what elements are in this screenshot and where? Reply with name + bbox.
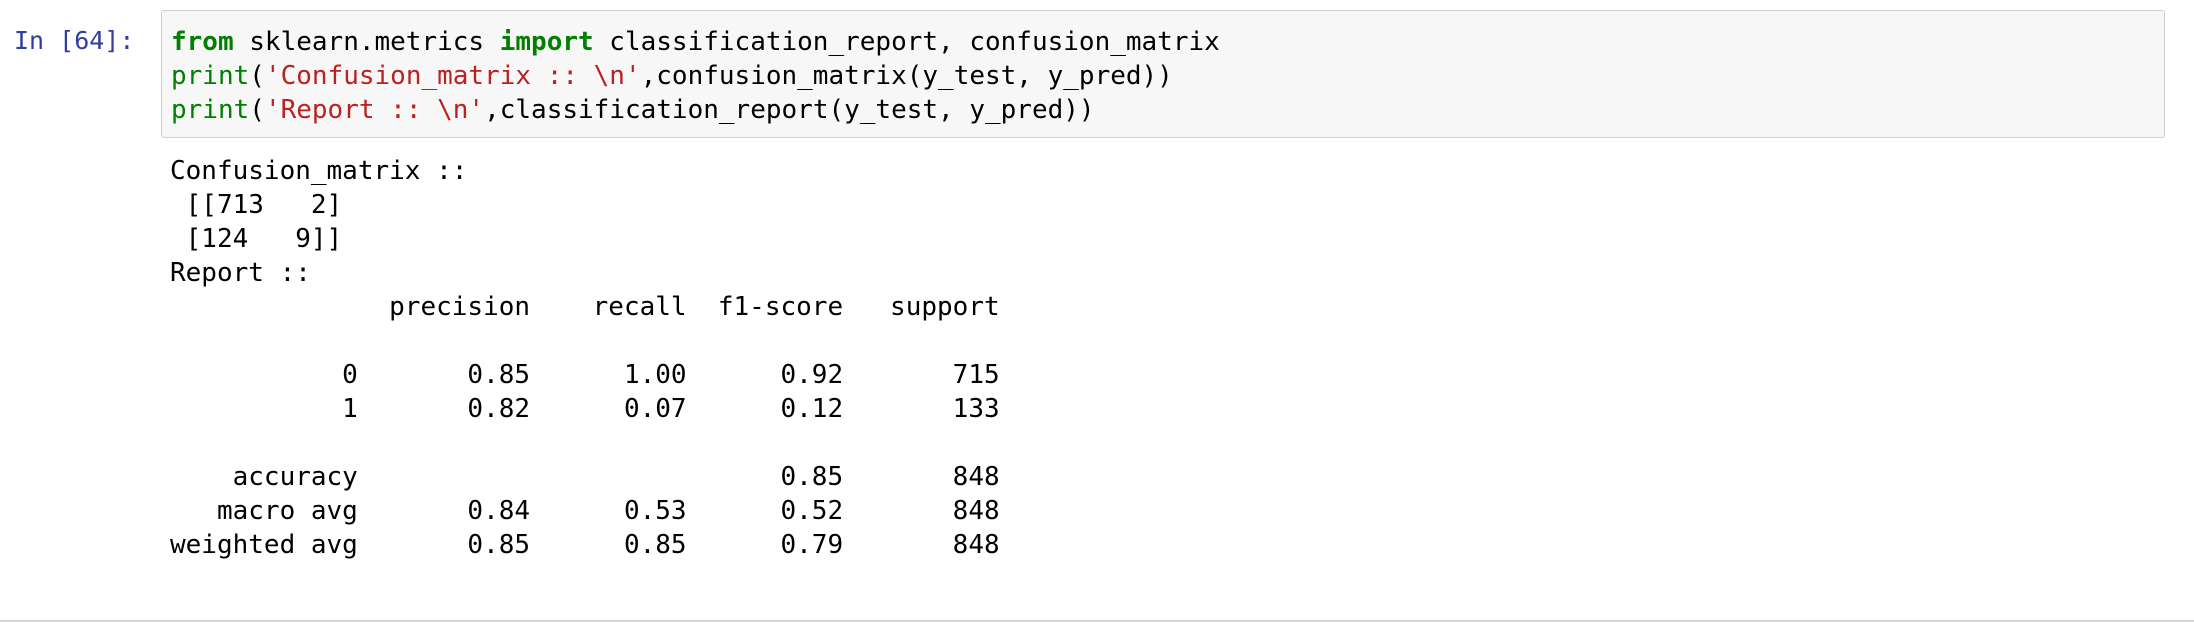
code-token: ,classification_report(y_test, y_pred)) — [484, 95, 1095, 125]
code-token: import — [499, 27, 594, 57]
code-token: 'Confusion_matrix :: \n' — [264, 61, 641, 91]
output-line: accuracy 0.85 848 — [170, 462, 1000, 492]
output-line: weighted avg 0.85 0.85 0.79 848 — [170, 530, 1000, 560]
output-line: [[713 2] — [170, 190, 343, 220]
code-token: ( — [249, 95, 265, 125]
output-line: 0 0.85 1.00 0.92 715 — [170, 360, 1000, 390]
code-input-area[interactable]: from sklearn.metrics import classificati… — [161, 10, 2165, 138]
notebook-code-cell: In [64]: from sklearn.metrics import cla… — [0, 0, 2194, 622]
code-token: 'Report :: \n' — [264, 95, 485, 125]
code-token: classification_report, confusion_matrix — [593, 27, 1220, 57]
code-line: from sklearn.metrics import classificati… — [171, 25, 1220, 59]
output-line: precision recall f1-score support — [170, 292, 1000, 322]
cell-output: Confusion_matrix :: [[713 2] [124 9]]Rep… — [170, 154, 1000, 562]
code-line: print('Report :: \n',classification_repo… — [171, 93, 1220, 127]
output-line: macro avg 0.84 0.53 0.52 848 — [170, 496, 1000, 526]
output-line: 1 0.82 0.07 0.12 133 — [170, 394, 1000, 424]
code-token: sklearn.metrics — [233, 27, 500, 57]
code-token: print — [171, 61, 250, 91]
output-line: Confusion_matrix :: — [170, 156, 468, 186]
code-editor[interactable]: from sklearn.metrics import classificati… — [171, 25, 1220, 127]
code-token: ( — [249, 61, 265, 91]
output-line: [124 9]] — [170, 224, 343, 254]
input-prompt: In [64]: — [14, 26, 135, 55]
output-line: Report :: — [170, 258, 311, 288]
code-line: print('Confusion_matrix :: \n',confusion… — [171, 59, 1220, 93]
code-token: ,confusion_matrix(y_test, y_pred)) — [640, 61, 1173, 91]
code-token: print — [171, 95, 250, 125]
code-token: from — [171, 27, 234, 57]
